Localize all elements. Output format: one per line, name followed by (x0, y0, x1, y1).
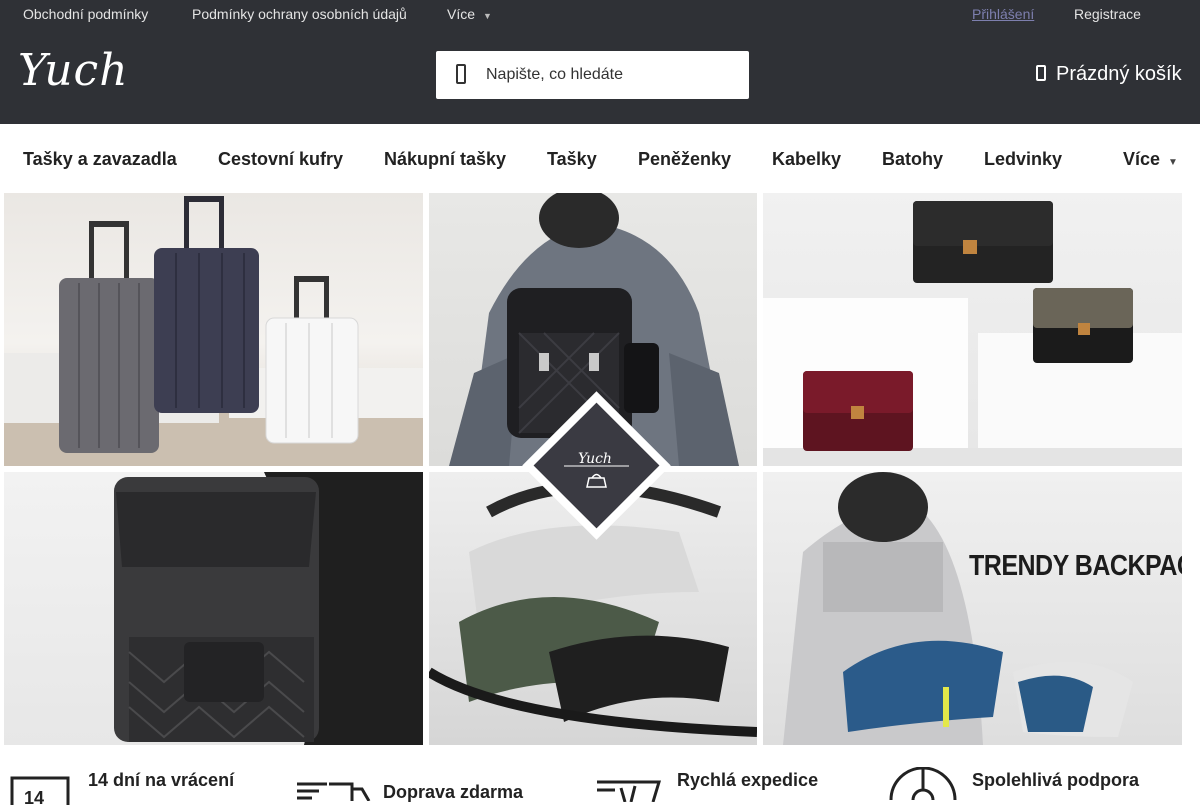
calendar-icon: 14 (10, 776, 70, 805)
nav-item-handbags[interactable]: Kabelky (772, 149, 841, 170)
hero-banner[interactable]: TRENDY BACKPACK Yuch (4, 193, 1182, 745)
nav-item-suitcases[interactable]: Cestovní kufry (218, 149, 343, 170)
site-header: Yuch Prázdný košík (0, 27, 1200, 124)
support-icon (889, 767, 957, 800)
login-link[interactable]: Přihlášení (972, 6, 1034, 22)
fast-clock-icon (597, 780, 662, 802)
nav-item-bags-luggage[interactable]: Tašky a zavazadla (23, 149, 177, 170)
feature-fast-dispatch-label: Rychlá expedice (677, 770, 819, 790)
register-link[interactable]: Registrace (1074, 6, 1141, 22)
chevron-down-icon: ▼ (1168, 157, 1178, 168)
wallets-image (763, 193, 1182, 466)
cart-icon (1036, 65, 1046, 81)
features-row: 14 14 dní na vrácení Doprava zdarma Rych… (0, 745, 1200, 805)
geometric-backpack-image (4, 472, 423, 745)
feature-returns-label: 14 dní na vrácení (88, 770, 235, 790)
nav-item-backpacks[interactable]: Batohy (882, 149, 943, 170)
search-box (436, 51, 749, 99)
feature-support-label: Spolehlivá podpora (972, 770, 1140, 790)
cart-button[interactable]: Prázdný košík (1036, 63, 1182, 86)
search-icon[interactable] (452, 63, 470, 85)
trendy-backpack-caption: TRENDY BACKPACK (969, 549, 1182, 583)
nav-item-shopping-bags[interactable]: Nákupní tašky (384, 149, 506, 170)
nav-item-bags[interactable]: Tašky (547, 149, 597, 170)
nav-more-label: Více (1123, 149, 1161, 169)
nav-item-waist-bags[interactable]: Ledvinky (984, 149, 1062, 170)
delivery-truck-icon (297, 782, 371, 801)
privacy-link[interactable]: Podmínky ochrany osobních údajů (192, 6, 407, 22)
suitcases-image (4, 193, 423, 466)
topbar-more-label: Více (447, 6, 476, 22)
topbar-more-menu[interactable]: Více ▼ (447, 6, 492, 22)
trendy-backpack-image: TRENDY BACKPACK (763, 472, 1182, 745)
search-input[interactable] (486, 63, 736, 87)
chevron-down-icon: ▼ (483, 11, 492, 21)
site-logo[interactable]: Yuch (18, 45, 129, 96)
nav-item-wallets[interactable]: Peněženky (638, 149, 731, 170)
calendar-icon-number: 14 (24, 788, 44, 805)
nav-more-menu[interactable]: Více ▼ (1123, 149, 1178, 170)
top-utility-bar: Obchodní podmínky Podmínky ochrany osobn… (0, 0, 1200, 27)
cart-label: Prázdný košík (1056, 63, 1182, 85)
main-navigation: Tašky a zavazadla Cestovní kufry Nákupní… (0, 124, 1200, 193)
terms-link[interactable]: Obchodní podmínky (23, 6, 148, 22)
badge-logo-text: Yuch (578, 451, 612, 467)
